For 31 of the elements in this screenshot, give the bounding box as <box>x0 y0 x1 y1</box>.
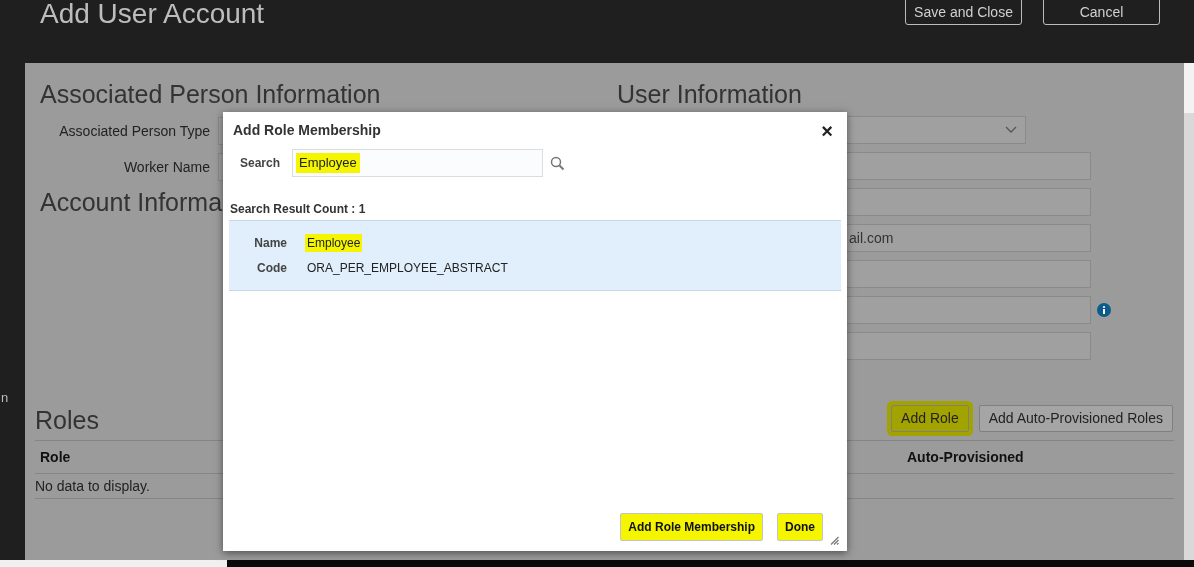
header-button[interactable]: Save and Close <box>905 0 1022 25</box>
field-label: Worker Name <box>122 157 210 177</box>
result-label: Name <box>253 235 287 252</box>
section-title: Account Informa <box>40 187 223 217</box>
search-field[interactable]: Employee <box>292 149 543 177</box>
empty-message: No data to display. <box>35 476 150 496</box>
column-header: Role <box>39 447 72 467</box>
section-title: Roles <box>35 405 99 435</box>
field-label: Search <box>240 155 282 172</box>
result-value: ORA_PER_EMPLOYEE_ABSTRACT <box>306 260 509 277</box>
search-icon[interactable] <box>550 155 565 171</box>
page-title: Add User Account <box>40 0 265 31</box>
field-label: Associated Person Type <box>58 121 210 141</box>
resize-grip-icon[interactable] <box>830 536 839 545</box>
result-count: Search Result Count : 1 <box>229 201 367 218</box>
dialog-button[interactable]: Done <box>777 513 823 541</box>
column-header: Auto-Provisioned <box>907 447 1024 467</box>
scrollbar-thumb[interactable] <box>1184 113 1194 560</box>
dialog-title: Add Role Membership <box>233 121 381 140</box>
header-button[interactable]: Cancel <box>1043 0 1160 25</box>
dialog-button[interactable]: Add Role Membership <box>620 513 763 541</box>
result-value: Employee <box>305 234 363 252</box>
section-title: Associated Person Information <box>40 79 382 109</box>
role-button[interactable]: Add Auto-Provisioned Roles <box>978 405 1173 432</box>
chevron-down-icon <box>1005 126 1017 134</box>
close-button[interactable]: × <box>821 121 833 140</box>
result-label: Code <box>256 260 287 277</box>
section-title: User Information <box>617 79 803 109</box>
info-icon[interactable] <box>1097 303 1111 317</box>
cut-text: n <box>1 389 9 407</box>
result-row[interactable]: Name Employee Code ORA_PER_EMPLOYEE_ABSTRACT <box>229 220 841 291</box>
